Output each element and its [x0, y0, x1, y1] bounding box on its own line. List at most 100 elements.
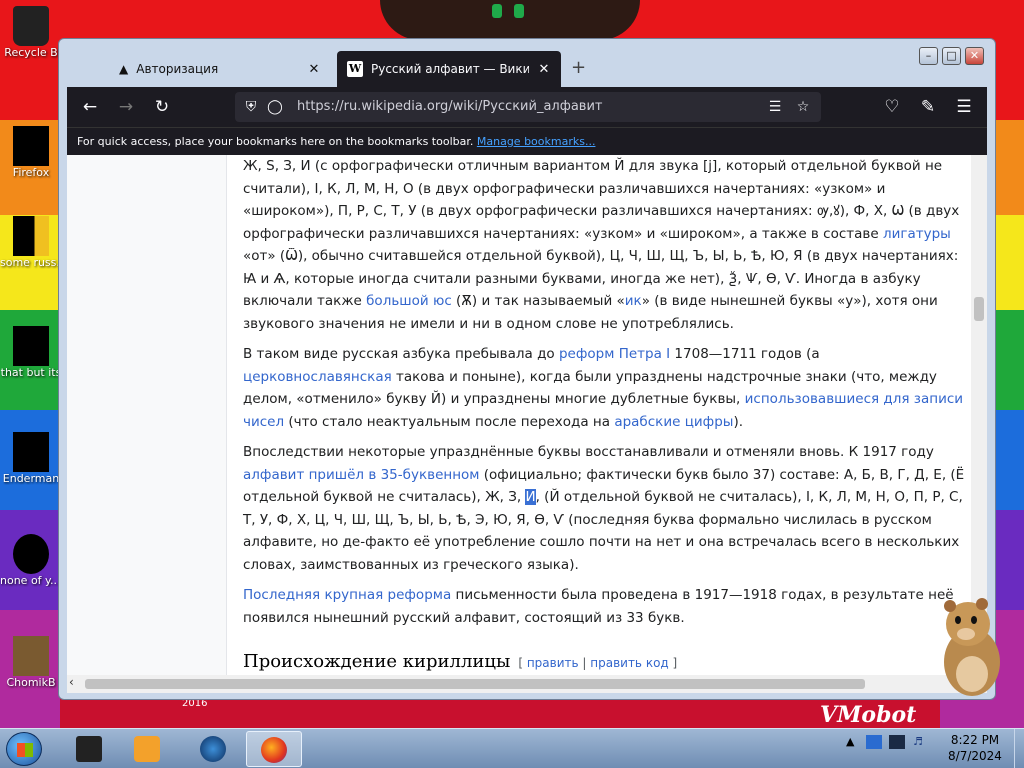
edit-link[interactable]: править [527, 656, 579, 670]
wallpaper-eye [492, 4, 502, 18]
tab-favicon-icon: ▲ [119, 62, 129, 76]
link-big-yus[interactable]: большой юс [366, 293, 452, 309]
minimize-button[interactable]: – [919, 47, 938, 65]
bookmarks-toolbar: For quick access, place your bookmarks h… [67, 127, 987, 155]
article-paragraph: Ж, S, З, И (с орфографически отличным ва… [243, 155, 967, 335]
desktop-icon-russ[interactable]: some russ... ran a ra [0, 216, 62, 269]
horizontal-scrollbar[interactable]: ‹ [67, 675, 987, 693]
enderman-icon [13, 432, 49, 472]
text: ), обычно считавшейся отдельной буквой),… [297, 248, 959, 264]
start-button[interactable] [6, 732, 42, 766]
text: Впоследствии некоторые упразднённые букв… [243, 444, 934, 460]
windows-logo-icon [17, 743, 33, 757]
bracket: ] [668, 656, 678, 670]
link-last-reform[interactable]: Последняя крупная реформа [243, 587, 451, 603]
hamster-mascot-icon [944, 598, 1000, 696]
extensions-icon[interactable]: ✎ [917, 96, 939, 118]
shield-icon[interactable]: ⛨ [241, 97, 261, 117]
reload-icon[interactable]: ↻ [151, 96, 173, 118]
nav-toolbar: ← → ↻ ⛨ ◯ https://ru.wikipedia.org/wiki/… [67, 87, 987, 127]
glyph: ѹ,ꙋ [816, 203, 840, 219]
desktop-icon-that[interactable]: that but its [0, 326, 62, 379]
separator: | [578, 656, 591, 670]
back-icon[interactable]: ← [79, 96, 101, 118]
browser-window: ▲ Авторизация ✕ W Русский алфавит — Вики… [58, 38, 996, 700]
show-desktop-button[interactable] [1014, 729, 1024, 768]
close-window-button[interactable]: ✕ [965, 47, 984, 65]
tab-authorization[interactable]: ▲ Авторизация ✕ [109, 51, 331, 87]
article-paragraph: Последняя крупная реформа письменности б… [243, 584, 967, 629]
url-bar[interactable]: ⛨ ◯ https://ru.wikipedia.org/wiki/Русски… [235, 92, 821, 122]
glyph: Ꙗ [243, 270, 257, 287]
taskbar: ▲ ♬ 8:22 PM 8/7/2024 [0, 728, 1024, 768]
tab-russian-alphabet[interactable]: W Русский алфавит — Википеди ✕ [337, 51, 561, 87]
glyph: Ѿ [285, 248, 298, 264]
lock-icon[interactable]: ◯ [265, 97, 285, 117]
desktop-icon-enderman[interactable]: Enderman [0, 432, 62, 485]
scroll-thumb[interactable] [974, 297, 984, 321]
clock[interactable]: 8:22 PM 8/7/2024 [940, 732, 1010, 764]
taskbar-item-app[interactable] [62, 731, 118, 767]
wallpaper-character-head [380, 0, 640, 40]
text: (что стало неактуальным после перехода н… [284, 413, 615, 430]
firefox-icon [13, 126, 49, 166]
article-body: Ж, S, З, И (с орфографически отличным ва… [243, 155, 967, 637]
article-paragraph: Впоследствии некоторые упразднённые букв… [243, 441, 967, 576]
text: В таком виде русская азбука пребывала до [243, 346, 559, 362]
folder-icon [13, 326, 49, 366]
desktop-icon-firefox[interactable]: Firefox [0, 126, 62, 179]
show-hidden-icons-icon[interactable]: ▲ [846, 735, 854, 748]
manage-bookmarks-link[interactable]: Manage bookmarks... [477, 135, 596, 148]
pocket-icon[interactable]: ♡ [881, 96, 903, 118]
bookmark-star-icon[interactable]: ☆ [793, 97, 813, 117]
globe-icon [200, 736, 226, 762]
desktop-icon-none[interactable]: none of y... retards kn [0, 534, 62, 587]
scroll-thumb[interactable] [85, 679, 865, 689]
close-icon[interactable]: ✕ [307, 62, 321, 77]
app-icon [76, 736, 102, 762]
wiki-sidebar [67, 155, 227, 675]
desktop-icon-chomik[interactable]: ChomikB [0, 636, 62, 689]
link-arabic-numerals[interactable]: арабские цифры [614, 414, 733, 430]
text: ). [733, 413, 743, 430]
tray-app-icon[interactable] [865, 735, 882, 749]
media-player-icon [134, 736, 160, 762]
bracket: [ [518, 656, 527, 670]
link-peter-reforms[interactable]: реформ Петра I [559, 346, 670, 362]
image-icon [13, 534, 49, 574]
article-paragraph: В таком виде русская азбука пребывала до… [243, 343, 967, 433]
edit-code-link[interactable]: править код [590, 656, 668, 670]
tab-bar: ▲ Авторизация ✕ W Русский алфавит — Вики… [65, 43, 989, 87]
heading-text: Происхождение кириллицы [243, 651, 511, 672]
selected-text[interactable]: И [525, 489, 536, 505]
link-35-letter-alphabet[interactable]: алфавит пришёл в 35-буквенном [243, 467, 479, 483]
scroll-left-icon[interactable]: ‹ [69, 675, 74, 689]
link-church-slavonic[interactable]: церковнославянская [243, 369, 392, 385]
link-ligatures[interactable]: лигатуры [883, 226, 951, 242]
url-text[interactable]: https://ru.wikipedia.org/wiki/Русский_ал… [297, 99, 603, 114]
reader-view-icon[interactable]: ☰ [765, 97, 785, 117]
firefox-icon [261, 737, 287, 763]
clock-date: 8/7/2024 [948, 749, 1002, 763]
document-icon [13, 216, 49, 256]
link-ik[interactable]: ик [625, 293, 642, 309]
taskbar-item-firefox[interactable] [246, 731, 302, 767]
close-icon[interactable]: ✕ [537, 62, 551, 77]
maximize-button[interactable]: □ [942, 47, 961, 65]
forward-icon[interactable]: → [115, 96, 137, 118]
bookmarks-hint: For quick access, place your bookmarks h… [77, 135, 474, 148]
menu-icon[interactable]: ☰ [953, 96, 975, 118]
recycle-bin-icon [13, 6, 49, 46]
network-icon[interactable] [889, 735, 906, 749]
volume-icon[interactable]: ♬ [913, 735, 927, 749]
desktop-icon-recycle-bin[interactable]: Recycle B [0, 6, 62, 59]
wikipedia-icon: W [347, 61, 363, 77]
new-tab-button[interactable]: + [571, 57, 586, 78]
edit-links: [ править | править код ] [518, 656, 677, 670]
wallpaper-eye [514, 4, 524, 18]
taskbar-item-browser-globe[interactable] [186, 731, 242, 767]
tab-label: Русский алфавит — Википеди [371, 62, 529, 76]
text: 1708—1711 годов (а [670, 346, 820, 362]
tab-label: Авторизация [136, 62, 219, 76]
taskbar-item-media-player[interactable] [120, 731, 176, 767]
